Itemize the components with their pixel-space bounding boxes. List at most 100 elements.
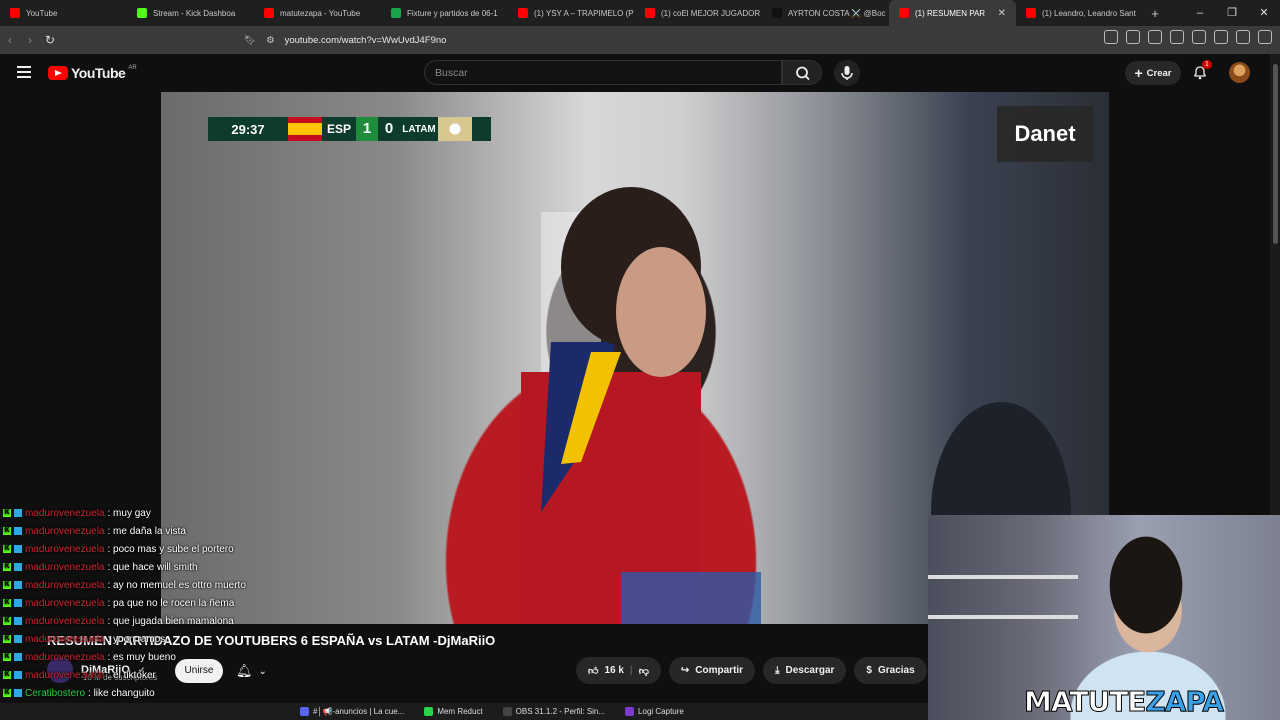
tab-favicon-icon xyxy=(899,8,909,18)
taskbar-item[interactable]: Mem Reduct xyxy=(414,707,492,716)
taskbar-item[interactable]: #│📢-anuncios | La cue... xyxy=(290,707,414,716)
platform-badge-icon xyxy=(14,527,22,535)
chat-message: Kmadurovenezuela: poco mas y sube el por… xyxy=(0,540,300,558)
chat-username: madurovenezuela xyxy=(25,525,105,537)
share-button[interactable]: ↪ Compartir xyxy=(668,657,756,684)
browser-tab[interactable]: YouTube xyxy=(0,0,127,26)
tab-favicon-icon xyxy=(772,8,782,18)
avatar[interactable] xyxy=(1229,62,1250,83)
chat-text: : yoon ramos xyxy=(107,633,166,645)
thumbs-down-icon[interactable]: 👎︎ xyxy=(639,665,649,677)
extension-icon[interactable] xyxy=(1104,30,1118,44)
tab-favicon-icon xyxy=(518,8,528,18)
voice-search-button[interactable] xyxy=(834,60,860,86)
chat-username: madurovenezuela xyxy=(25,651,105,663)
site-info-icon[interactable]: ⚙︎ xyxy=(266,35,275,46)
browser-tab[interactable]: AYRTON COSTA ⚔️ @Boc xyxy=(762,0,889,26)
platform-badge-icon xyxy=(14,653,22,661)
chat-message: Kmadurovenezuela: es muy bueno xyxy=(0,648,300,666)
chat-message: Kmadurovenezuela: que jugada bien mamalo… xyxy=(0,612,300,630)
menu-icon[interactable] xyxy=(17,66,31,78)
scrollbar-thumb[interactable] xyxy=(1273,64,1278,244)
chat-text: : ay no memuel es ottro muerto xyxy=(107,579,246,591)
sidebar-icon[interactable] xyxy=(1170,30,1184,44)
app-icon xyxy=(300,707,309,716)
reload-icon[interactable]: ↻ xyxy=(40,33,60,47)
thanks-button[interactable]: $ Gracias xyxy=(854,657,927,684)
browser-tab[interactable]: (1) coEl MEJOR JUGADOR xyxy=(635,0,762,26)
minimize-button[interactable]: – xyxy=(1184,0,1216,26)
forward-icon[interactable]: › xyxy=(20,33,40,47)
tab-favicon-icon xyxy=(10,8,20,18)
kick-badge-icon: K xyxy=(3,653,11,661)
browser-tab[interactable]: matutezapa - YouTube xyxy=(254,0,381,26)
download-label: Descargar xyxy=(785,665,835,676)
download-icon: ⤓ xyxy=(775,665,780,676)
kick-badge-icon: K xyxy=(3,545,11,553)
tab-label: matutezapa - YouTube xyxy=(280,8,361,18)
vpn-icon[interactable] xyxy=(1236,30,1250,44)
back-icon[interactable]: ‹ xyxy=(0,33,20,47)
browser-tab-bar: YouTube Stream - Kick Dashboa matutezapa -… xyxy=(0,0,1280,26)
search-input[interactable]: Buscar xyxy=(424,60,782,85)
logo-text: YouTube xyxy=(71,65,126,81)
app-icon xyxy=(625,707,635,716)
tab-close-icon[interactable]: ✕ xyxy=(998,8,1006,19)
tab-favicon-icon xyxy=(391,8,401,18)
platform-badge-icon xyxy=(14,617,22,625)
plus-icon: + xyxy=(1134,65,1143,81)
taskbar-label: Logi Capture xyxy=(638,707,684,716)
microphone-icon xyxy=(841,66,853,80)
scoreboard: 29:37 ESP 1 0 LATAM xyxy=(208,117,491,141)
bookmark-icon[interactable]: 🔖︎ xyxy=(244,35,256,46)
shelf xyxy=(928,575,1078,579)
share-icon: ↪ xyxy=(680,665,690,676)
extension-icons xyxy=(1104,30,1272,44)
taskbar-item[interactable]: Logi Capture xyxy=(615,707,694,716)
browser-tab[interactable]: (1) YSY A – TRAPIMELO (P xyxy=(508,0,635,26)
close-window-button[interactable]: ✕ xyxy=(1248,0,1280,26)
chat-username: madurovenezuela xyxy=(25,543,105,555)
like-count: 16 k xyxy=(604,665,624,676)
search-button[interactable] xyxy=(782,60,822,85)
new-tab-button[interactable]: + xyxy=(1143,6,1167,21)
ai-icon[interactable] xyxy=(1214,30,1228,44)
chat-message: Kmadurovenezuela: me daña la vista xyxy=(0,522,300,540)
chat-text: : que hace will smith xyxy=(107,561,198,573)
tab-label: (1) Leandro, Leandro Sant xyxy=(1042,8,1136,18)
platform-badge-icon xyxy=(14,563,22,571)
thumbs-up-icon: 👍︎ xyxy=(588,665,599,677)
chat-message: Kmadurovenezuela: muy gay xyxy=(0,504,300,522)
wallet-icon[interactable] xyxy=(1192,30,1206,44)
maximize-button[interactable]: ❐ xyxy=(1216,0,1248,26)
chat-username: madurovenezuela xyxy=(25,669,105,681)
webcam-overlay: MATUTEZAPA xyxy=(928,515,1280,720)
browser-tab[interactable]: Fixture y partidos de 06-1 xyxy=(381,0,508,26)
browser-tab[interactable]: (1) Leandro, Leandro Sant xyxy=(1016,0,1143,26)
menu-icon[interactable] xyxy=(1258,30,1272,44)
thanks-icon: $ xyxy=(866,665,872,676)
music-icon[interactable] xyxy=(1148,30,1162,44)
kick-badge-icon: K xyxy=(3,635,11,643)
create-label: Crear xyxy=(1146,67,1172,79)
chat-text: : pa que no le rocen la ñema xyxy=(107,597,235,609)
youtube-logo[interactable]: YouTube AR xyxy=(48,65,137,81)
create-button[interactable]: + Crear xyxy=(1125,61,1181,85)
tab-label: AYRTON COSTA ⚔️ @Boc xyxy=(788,8,886,18)
browser-tab[interactable]: (1) RESUMEN PAR ✕ xyxy=(889,0,1016,26)
like-button[interactable]: 👍︎ 16 k | 👎︎ xyxy=(576,657,661,684)
app-icon xyxy=(502,707,512,716)
streamer-logo: MATUTEZAPA xyxy=(1023,685,1224,719)
download-button[interactable]: ⤓ Descargar xyxy=(763,657,847,684)
taskbar-item[interactable]: OBS 31.1.2 - Perfil: Sin... xyxy=(493,707,615,716)
window-controls: – ❐ ✕ xyxy=(1184,0,1280,26)
home-team: ESP xyxy=(326,122,351,136)
taskbar-label: OBS 31.1.2 - Perfil: Sin... xyxy=(515,707,606,716)
tab-favicon-icon xyxy=(137,8,147,18)
kick-badge-icon: K xyxy=(3,671,11,679)
platform-badge-icon xyxy=(14,545,22,553)
url-field[interactable]: youtube.com/watch?v=WwUvdJ4F9no xyxy=(285,35,447,46)
extension-icon[interactable] xyxy=(1126,30,1140,44)
browser-tab[interactable]: Stream - Kick Dashboa xyxy=(127,0,254,26)
spain-flag-icon xyxy=(288,117,322,141)
